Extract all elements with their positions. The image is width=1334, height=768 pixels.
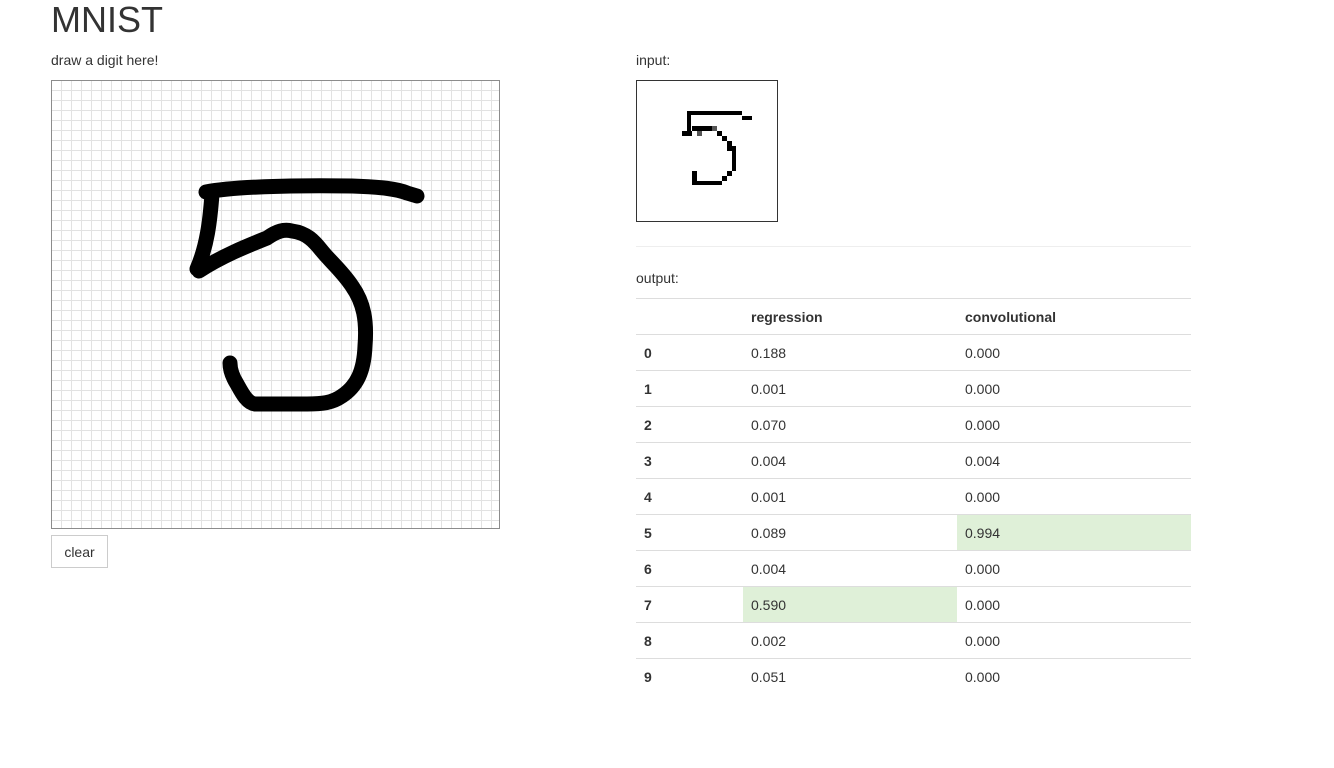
input-preview [636,80,778,222]
section-divider [636,246,1191,247]
table-row: 7 0.590 0.000 [636,586,1191,623]
convolutional-value: 0.000 [957,622,1191,659]
convolutional-value: 0.000 [957,658,1191,695]
regression-value: 0.004 [743,442,957,479]
header-convolutional: convolutional [957,298,1191,335]
convolutional-value: 0.000 [965,344,1001,361]
convolutional-value: 0.000 [957,586,1191,623]
digit-label: 3 [636,442,743,479]
digit-label: 9 [636,658,743,695]
convolutional-value-best: 0.994 [957,514,1191,551]
page-title: MNIST [51,0,163,40]
input-label: input: [636,52,671,68]
convolutional-value: 0.000 [957,478,1191,515]
table-row: 4 0.001 0.000 [636,478,1191,515]
table-row: 8 0.002 0.000 [636,622,1191,659]
regression-value: 0.001 [743,478,957,515]
convolutional-value: 0.000 [957,406,1191,443]
table-row: 2 0.070 0.000 [636,406,1191,443]
regression-value: 0.051 [743,658,957,695]
regression-value: 0.001 [743,370,957,407]
input-digit-preview [682,111,752,185]
drawn-digit-stroke [189,178,425,412]
table-row: 3 0.004 0.004 [636,442,1191,479]
regression-value-best: 0.590 [743,586,957,623]
digit-label: 6 [636,550,743,587]
digit-label: 1 [636,370,743,407]
header-regression: regression [743,298,957,335]
canvas-label: draw a digit here! [51,52,159,68]
output-table: regression convolutional 0 0.188 0.000 1… [636,298,1191,695]
regression-value: 0.188 [751,344,787,361]
convolutional-value: 0.000 [957,550,1191,587]
regression-value: 0.089 [743,514,957,551]
clear-button[interactable]: clear [51,535,108,568]
convolutional-value: 0.000 [957,370,1191,407]
regression-value: 0.002 [743,622,957,659]
table-header-row: regression convolutional [636,298,1191,335]
table-row: 9 0.051 0.000 [636,658,1191,695]
table-row: 6 0.004 0.000 [636,550,1191,587]
digit-label: 5 [636,514,743,551]
digit-label: 7 [636,586,743,623]
digit-label: 0 [644,344,652,361]
table-row: 5 0.089 0.994 [636,514,1191,551]
drawing-canvas[interactable] [51,80,500,529]
regression-value: 0.070 [743,406,957,443]
table-row: 1 0.001 0.000 [636,370,1191,407]
digit-label: 8 [636,622,743,659]
regression-value: 0.004 [743,550,957,587]
table-row: 0 0.188 0.000 [636,335,1191,371]
digit-label: 4 [636,478,743,515]
digit-label: 2 [636,406,743,443]
output-label: output: [636,270,679,286]
header-digit [636,298,743,335]
convolutional-value: 0.004 [957,442,1191,479]
